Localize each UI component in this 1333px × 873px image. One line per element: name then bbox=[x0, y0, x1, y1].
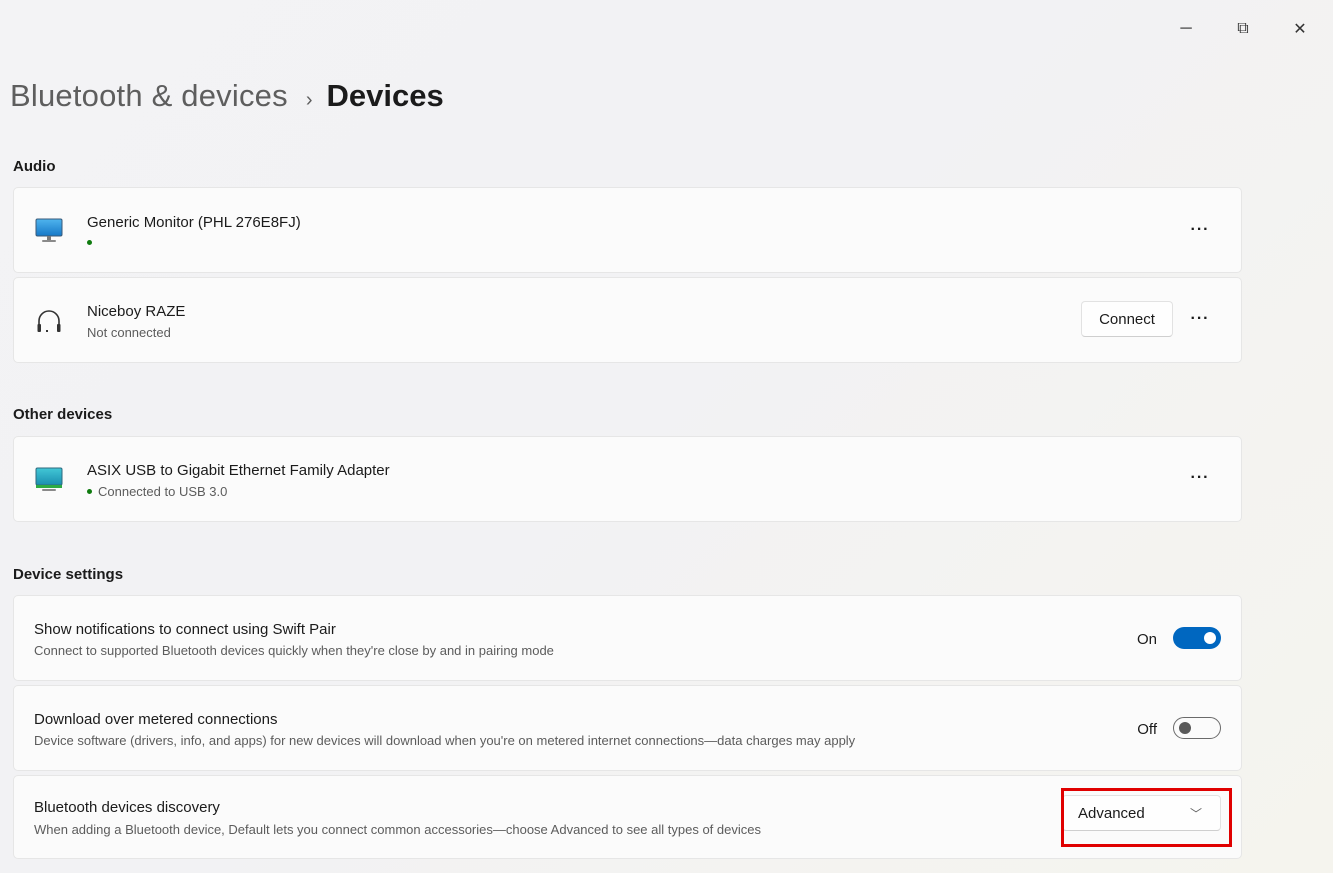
toggle-state-label: Off bbox=[1137, 721, 1157, 738]
metered-connections-toggle[interactable] bbox=[1173, 717, 1221, 739]
minimize-icon: ─ bbox=[1180, 20, 1192, 37]
swift-pair-toggle[interactable] bbox=[1173, 627, 1221, 649]
discovery-mode-dropdown[interactable]: Advanced ﹀ bbox=[1062, 795, 1221, 831]
more-options-button[interactable]: ··· bbox=[1185, 466, 1215, 490]
maximize-button[interactable]: ⧉ bbox=[1225, 14, 1261, 44]
toggle-state-label: On bbox=[1136, 631, 1157, 648]
close-button[interactable]: ✕ bbox=[1282, 14, 1318, 44]
device-status-text: Connected to USB 3.0 bbox=[98, 484, 228, 499]
breadcrumb: Bluetooth & devices › Devices bbox=[10, 78, 444, 114]
page-title: Devices bbox=[326, 78, 444, 113]
setting-title: Bluetooth devices discovery bbox=[34, 799, 220, 816]
toggle-knob bbox=[1179, 722, 1191, 734]
device-card-niceboy-raze[interactable]: Niceboy RAZE Not connected Connect ··· bbox=[13, 277, 1242, 363]
monitor-icon bbox=[35, 218, 63, 242]
connected-status-dot bbox=[87, 489, 92, 494]
toggle-knob bbox=[1204, 632, 1216, 644]
setting-swift-pair: Show notifications to connect using Swif… bbox=[13, 595, 1242, 681]
connect-button[interactable]: Connect bbox=[1081, 301, 1173, 337]
chevron-down-icon: ﹀ bbox=[1189, 807, 1202, 821]
restore-icon: ⧉ bbox=[1237, 20, 1249, 37]
device-status: Connected to USB 3.0 bbox=[87, 484, 227, 499]
headphones-icon bbox=[37, 310, 61, 332]
section-title-other-devices: Other devices bbox=[13, 406, 113, 423]
device-status: Not connected bbox=[87, 325, 171, 340]
device-status bbox=[87, 240, 92, 245]
breadcrumb-chevron-icon: › bbox=[305, 89, 313, 111]
section-title-device-settings: Device settings bbox=[13, 566, 124, 583]
setting-description: When adding a Bluetooth device, Default … bbox=[34, 822, 761, 837]
minimize-button[interactable]: ─ bbox=[1168, 14, 1204, 44]
monitor-icon bbox=[35, 467, 63, 491]
connected-status-dot bbox=[87, 240, 92, 245]
close-icon: ✕ bbox=[1293, 21, 1307, 38]
more-options-button[interactable]: ··· bbox=[1185, 307, 1215, 331]
title-bar: ─ ⧉ ✕ bbox=[0, 0, 1333, 58]
setting-description: Device software (drivers, info, and apps… bbox=[34, 733, 856, 748]
setting-title: Show notifications to connect using Swif… bbox=[34, 621, 336, 638]
section-title-audio: Audio bbox=[13, 158, 56, 175]
dropdown-selected-value: Advanced bbox=[1078, 804, 1145, 822]
setting-description: Connect to supported Bluetooth devices q… bbox=[34, 643, 554, 658]
more-options-button[interactable]: ··· bbox=[1185, 218, 1215, 242]
device-name: ASIX USB to Gigabit Ethernet Family Adap… bbox=[87, 462, 390, 479]
device-name: Niceboy RAZE bbox=[87, 303, 186, 320]
setting-bluetooth-discovery: Bluetooth devices discovery When adding … bbox=[13, 775, 1242, 859]
setting-metered-connections: Download over metered connections Device… bbox=[13, 685, 1242, 771]
setting-title: Download over metered connections bbox=[34, 711, 278, 728]
device-card-asix-adapter[interactable]: ASIX USB to Gigabit Ethernet Family Adap… bbox=[13, 436, 1242, 522]
breadcrumb-parent-link[interactable]: Bluetooth & devices bbox=[10, 78, 288, 114]
device-card-generic-monitor[interactable]: Generic Monitor (PHL 276E8FJ) ··· bbox=[13, 187, 1242, 273]
device-name: Generic Monitor (PHL 276E8FJ) bbox=[87, 214, 301, 231]
